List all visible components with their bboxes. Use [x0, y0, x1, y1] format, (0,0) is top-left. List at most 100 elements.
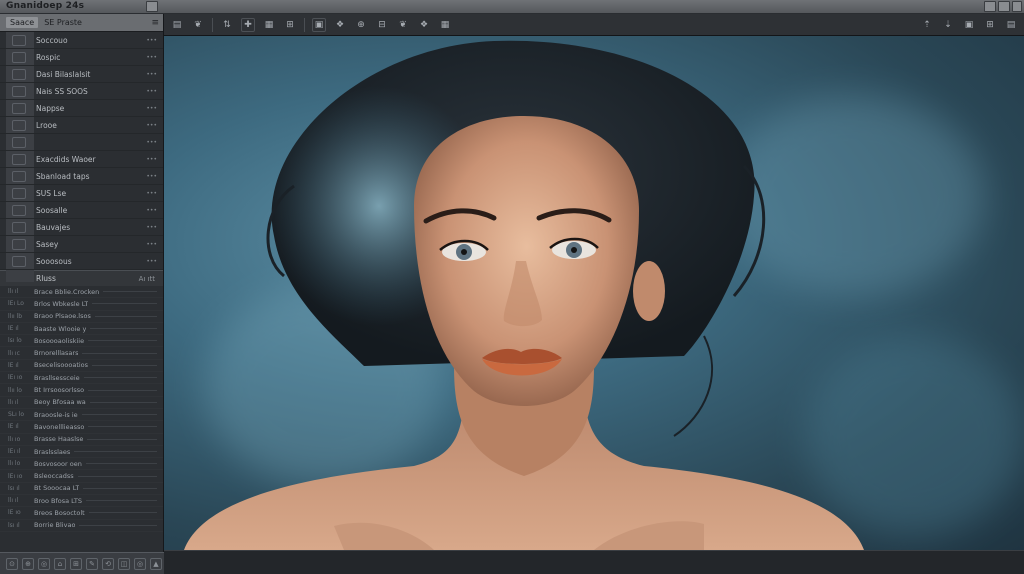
more-icon[interactable]: ••• [146, 207, 157, 214]
panel-menu-item-label: Lrooe [36, 120, 57, 130]
panel-header: Saace SE Praste ≡ [0, 14, 163, 32]
tool-icon [12, 52, 26, 63]
panel-menu-item-label: Nappse [36, 103, 65, 113]
panel-menu-item[interactable]: Sooosous ••• [0, 253, 163, 270]
toolbar-tool-icon[interactable]: ▣ [962, 18, 976, 32]
toolbar-tool-icon[interactable]: ▣ [312, 17, 326, 32]
more-icon[interactable]: ••• [146, 190, 157, 197]
panel-footer-button[interactable]: ⌂ [54, 557, 66, 570]
layer-row[interactable]: llı lo Bosvosoor oen [0, 458, 163, 471]
more-icon[interactable]: ••• [146, 37, 157, 44]
toolbar-tool-icon[interactable]: ⇣ [941, 18, 955, 32]
more-icon[interactable]: ••• [146, 88, 157, 95]
layer-row[interactable]: llıı lb Braoo Plsaoe.lsos [0, 311, 163, 323]
more-icon[interactable]: ••• [146, 139, 157, 146]
layer-row[interactable]: llı ıl Beoy Bfosaa wa [0, 397, 163, 409]
layer-row[interactable]: lsı ıl Bt Sooocaa LT [0, 483, 163, 496]
more-icon[interactable]: ••• [146, 156, 157, 163]
maximize-button[interactable] [998, 1, 1010, 12]
toolbar-tool-icon[interactable]: ❖ [417, 18, 431, 32]
panel-footer-button[interactable]: ◎ [38, 557, 50, 570]
layer-row[interactable]: llı ıc Brnorelllasars [0, 347, 163, 360]
panel-menu-item[interactable]: Nappse ••• [0, 100, 163, 117]
tool-icon [12, 222, 26, 233]
layer-row[interactable]: lE ıl Bavonelllieasso [0, 421, 163, 434]
tool-icon [12, 120, 26, 131]
panel-footer-button[interactable]: ✎ [86, 557, 98, 570]
layer-row[interactable]: lEı Lo Brlos Wbkesle LT [0, 298, 163, 311]
restore-button[interactable] [984, 1, 996, 12]
panel-menu-item-label: Sasey [36, 239, 59, 249]
panel-footer-button[interactable]: ◫ [118, 557, 130, 570]
more-icon[interactable]: ••• [146, 173, 157, 180]
toolbar-tool-icon[interactable]: ❦ [396, 18, 410, 32]
layer-label: Bt Sooocaa LT [34, 484, 80, 493]
right-pupil [571, 247, 577, 253]
more-icon[interactable]: ••• [146, 54, 157, 61]
panel-menu-item[interactable]: Sbanload taps ••• [0, 168, 163, 185]
layer-row[interactable]: llı ıo Brasse Haaslse [0, 434, 163, 446]
layer-index: llıı lb [8, 312, 23, 320]
toolbar-tool-icon[interactable]: ▤ [1004, 18, 1018, 32]
layer-row[interactable]: SLı lo Braoosle-is ie [0, 409, 163, 422]
panel-menu-item-label: Exacdids Waoer [36, 154, 96, 164]
panel-menu-item[interactable]: Rospic ••• [0, 49, 163, 66]
panel-tab[interactable]: Saace [6, 17, 39, 28]
layer-row[interactable]: lEı ıo Brasllsessceie [0, 372, 163, 385]
panel-footer-button[interactable]: ⟲ [102, 557, 114, 570]
panel-menu-item[interactable]: Lrooe ••• [0, 117, 163, 134]
panel-footer-button[interactable]: ▲ [150, 557, 162, 570]
layer-row[interactable]: lE ıl Baaste Wlooie y [0, 323, 163, 336]
more-icon[interactable]: ••• [146, 122, 157, 129]
more-icon[interactable]: ••• [146, 241, 157, 248]
toolbar-tool-icon[interactable]: ❖ [333, 18, 347, 32]
panel-menu-item[interactable]: SUS Lse ••• [0, 185, 163, 202]
toolbar-tool-icon[interactable]: ▦ [262, 18, 276, 32]
toolbar-tool-icon[interactable]: ⊞ [283, 18, 297, 32]
panel-menu-icon[interactable]: ≡ [151, 18, 159, 28]
panel-menu-item[interactable]: Exacdids Waoer ••• [0, 151, 163, 168]
layer-row[interactable]: llı ıl Broo Bfosa LTS [0, 495, 163, 508]
more-icon[interactable]: ••• [146, 71, 157, 78]
panel-footer-button[interactable]: ⊞ [70, 557, 82, 570]
panel-menu-item[interactable]: Dasi Bilaslalsit ••• [0, 66, 163, 83]
panel-menu-item[interactable]: Soosalle ••• [0, 202, 163, 219]
more-icon[interactable]: ••• [146, 105, 157, 112]
panel-menu-item[interactable]: Nais SS SOOS ••• [0, 83, 163, 100]
panel-menu-item[interactable]: Bauvajes ••• [0, 219, 163, 236]
layer-index: lsı lo [8, 337, 22, 345]
panel-menu-item-label: Soosalle [36, 205, 68, 215]
toolbar-tool-icon[interactable]: ⊕ [354, 18, 368, 32]
panel-footer-button[interactable]: ◎ [134, 557, 146, 570]
toolbar-tool-icon[interactable]: ❦ [191, 18, 205, 32]
panel-menu-item[interactable]: ••• [0, 134, 163, 151]
layer-row[interactable]: llı ıl Brace Bblie.Crocken [0, 286, 163, 299]
toolbar-tool-icon[interactable]: ⇅ [220, 18, 234, 32]
layer-row[interactable]: llıı lo Bt Irrsoosorlsso [0, 384, 163, 397]
close-button[interactable] [1012, 1, 1022, 12]
layer-row[interactable]: lEı ıl Braslsslaes [0, 446, 163, 459]
toolbar-tool-icon[interactable]: ⇡ [920, 18, 934, 32]
panel-menu-item[interactable]: Sasey ••• [0, 236, 163, 253]
minimize-button[interactable] [146, 1, 158, 12]
image-canvas[interactable] [164, 36, 1024, 550]
toolbar-tool-icon[interactable]: ✚ [241, 17, 255, 32]
layer-row[interactable]: lE ıo Breos Bosoctolt [0, 507, 163, 520]
layer-divider [88, 340, 157, 342]
toolbar-tool-icon[interactable]: ▤ [170, 18, 184, 32]
layer-divider [88, 512, 157, 514]
panel-footer-button[interactable]: ⊕ [22, 557, 34, 570]
panel-menu-item[interactable]: Soccouo ••• [0, 32, 163, 49]
more-icon[interactable]: ••• [146, 258, 157, 265]
toolbar-tool-icon[interactable]: ⊞ [983, 18, 997, 32]
more-icon[interactable]: ••• [146, 224, 157, 231]
panel-footer-button[interactable]: ⊙ [6, 557, 18, 570]
layer-index: llı ıl [8, 288, 19, 296]
layer-row[interactable]: lsı lo Bosoooaoliskiie [0, 335, 163, 348]
toolbar-tool-icon[interactable]: ▦ [438, 18, 452, 32]
layer-row[interactable]: lEı ıo Bsleoccadss [0, 470, 163, 483]
layer-row[interactable]: lE ıl Bsecelisoooatios [0, 360, 163, 373]
toolbar-tool-icon[interactable]: ⊟ [375, 18, 389, 32]
panel-menu-list: Soccouo ••• Rospic ••• Dasi Bilaslalsit ••• Na… [0, 32, 163, 270]
layer-row[interactable]: lsı ıl Borrie Blivao [0, 520, 163, 532]
